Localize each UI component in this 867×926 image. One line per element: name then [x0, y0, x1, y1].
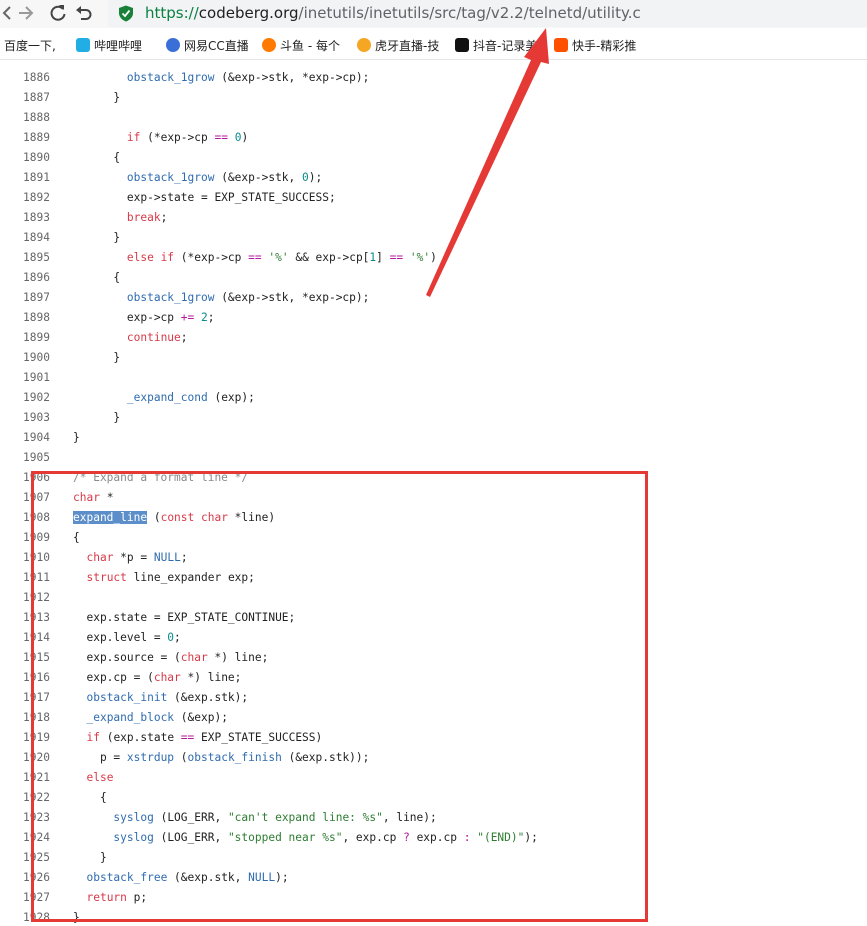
annotation-red-arrow — [426, 28, 549, 297]
